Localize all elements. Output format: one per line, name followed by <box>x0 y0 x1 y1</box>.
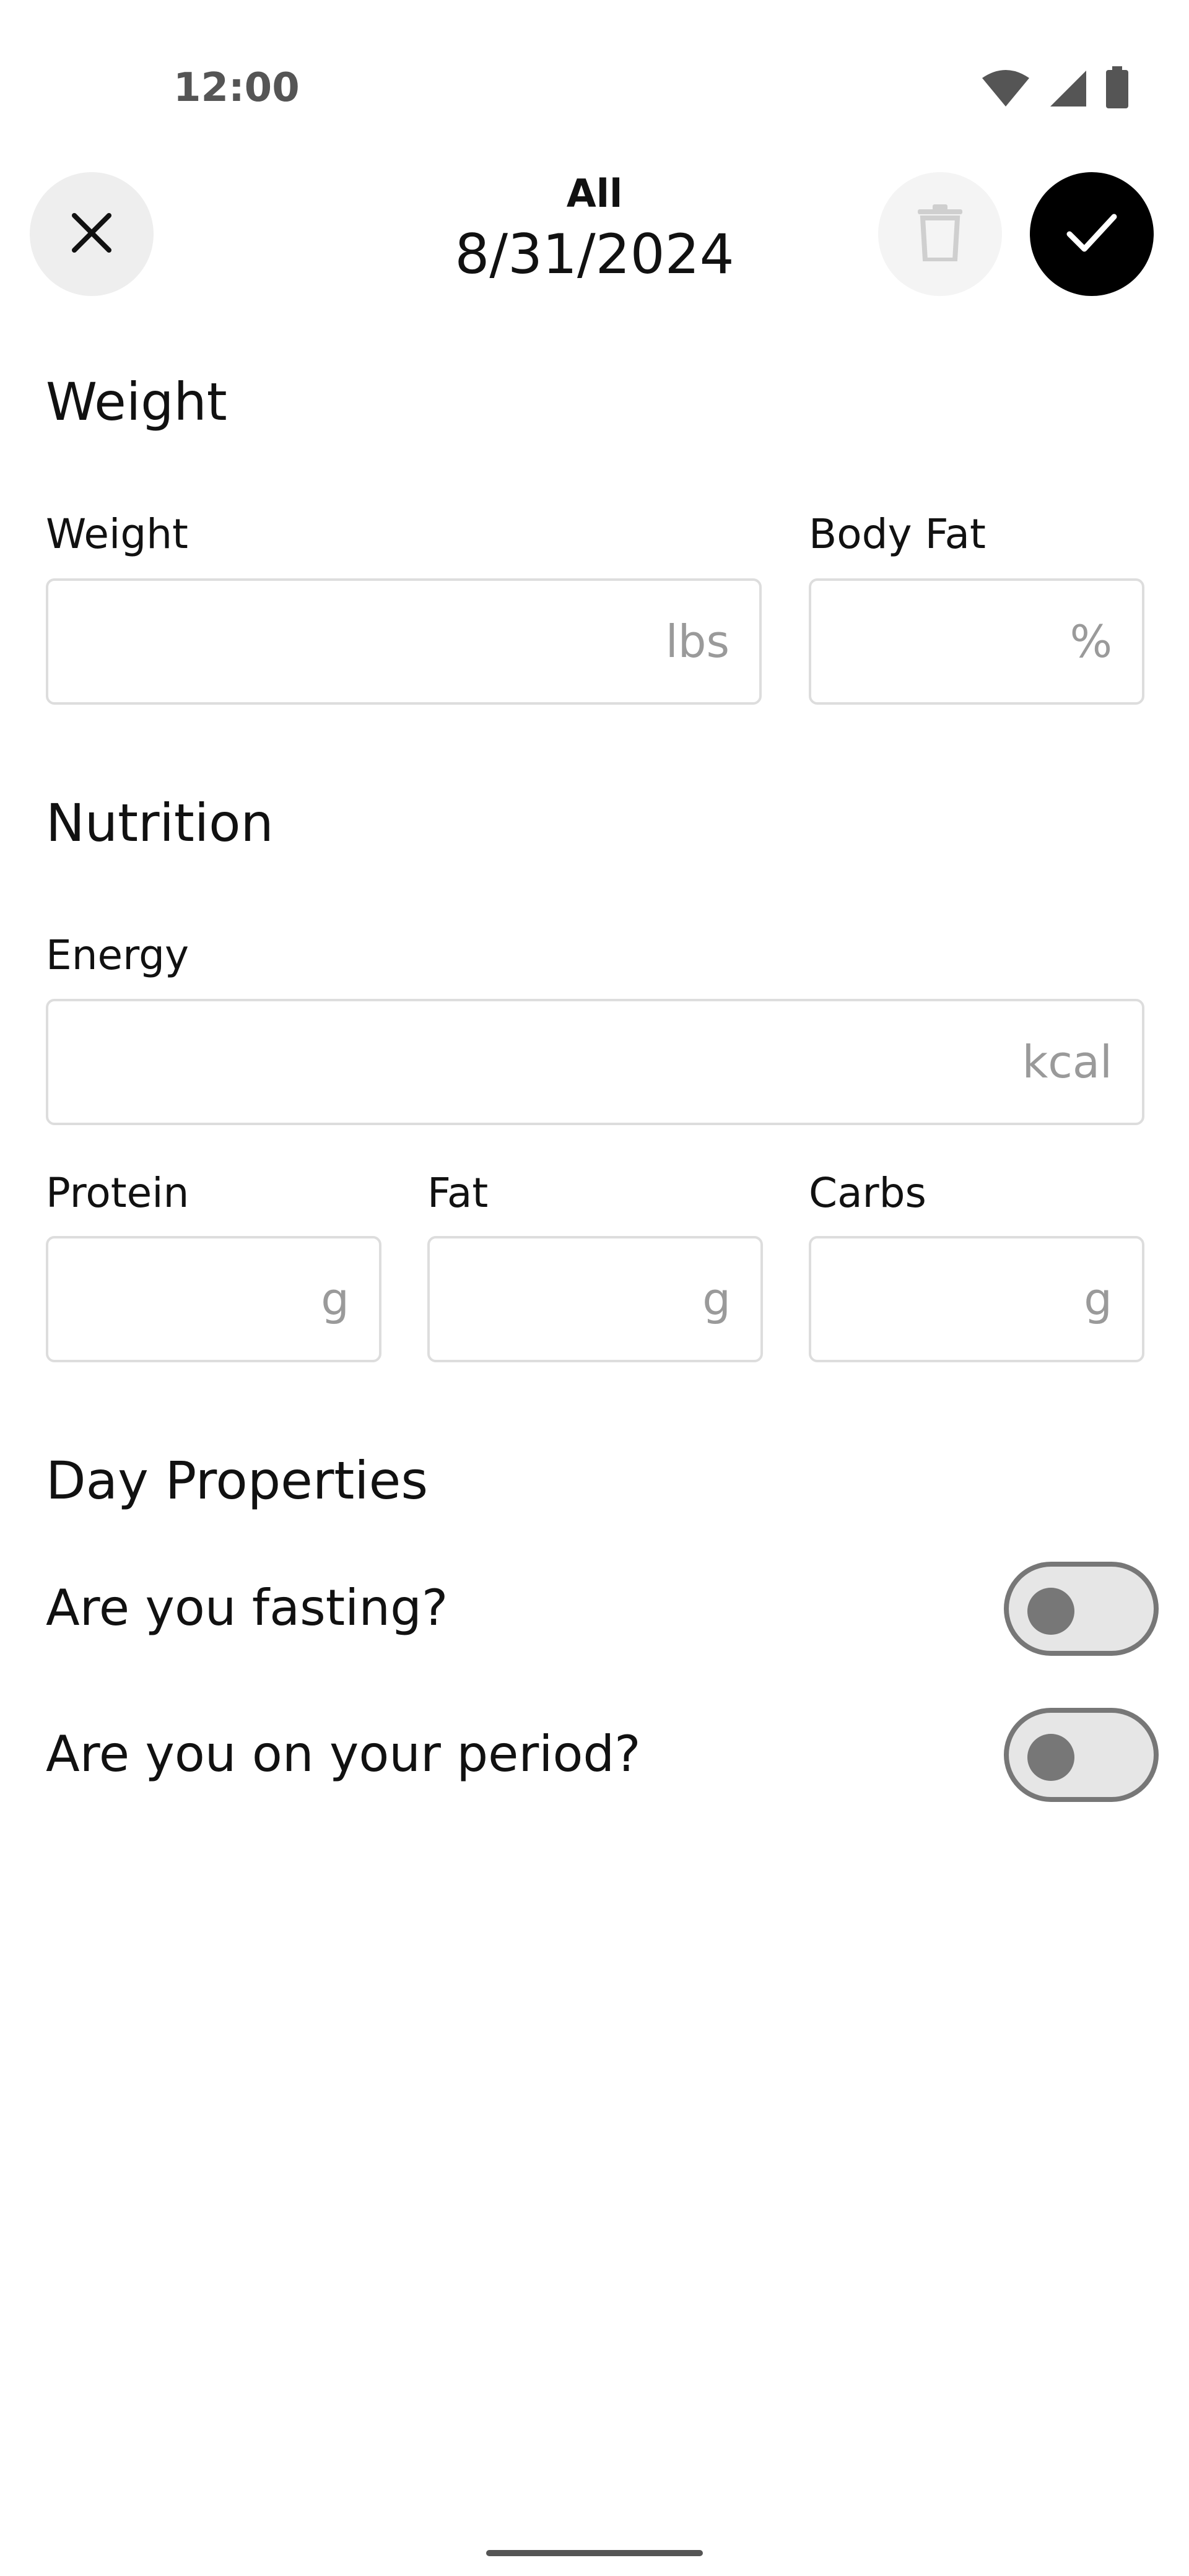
nutrition-section-title: Nutrition <box>46 793 274 853</box>
body-fat-input[interactable] <box>811 581 1043 702</box>
signal-icon <box>1048 68 1087 110</box>
weight-section-title: Weight <box>46 372 227 432</box>
close-icon <box>69 211 114 258</box>
period-toggle-knob <box>1027 1734 1074 1781</box>
header-date[interactable]: 8/31/2024 <box>347 220 842 289</box>
fasting-toggle-knob <box>1027 1588 1074 1635</box>
status-time: 12:00 <box>173 65 300 111</box>
weight-field[interactable]: lbs <box>46 578 762 705</box>
save-button[interactable] <box>1030 172 1154 296</box>
body-fat-field[interactable]: % <box>809 578 1144 705</box>
battery-icon <box>1105 66 1130 112</box>
protein-label: Protein <box>46 1169 189 1217</box>
close-button[interactable] <box>30 172 154 296</box>
day-properties-title: Day Properties <box>46 1450 429 1511</box>
home-indicator[interactable] <box>486 2550 703 2556</box>
fat-input[interactable] <box>430 1238 661 1360</box>
carbs-label: Carbs <box>809 1169 926 1217</box>
protein-field[interactable]: g <box>46 1236 381 1362</box>
fat-unit: g <box>702 1273 731 1325</box>
fasting-toggle[interactable] <box>1004 1562 1159 1656</box>
energy-label: Energy <box>46 931 189 979</box>
carbs-unit: g <box>1084 1273 1112 1325</box>
trash-icon <box>915 204 965 264</box>
carbs-input[interactable] <box>811 1238 1043 1360</box>
fasting-label: Are you fasting? <box>46 1579 448 1637</box>
fat-label: Fat <box>427 1169 489 1217</box>
weight-input[interactable] <box>48 581 546 702</box>
period-toggle[interactable] <box>1004 1708 1159 1802</box>
status-icons <box>981 66 1130 112</box>
body-fat-unit: % <box>1069 616 1112 668</box>
energy-field[interactable]: kcal <box>46 999 1144 1125</box>
weight-label: Weight <box>46 510 188 558</box>
protein-input[interactable] <box>48 1238 280 1360</box>
carbs-field[interactable]: g <box>809 1236 1144 1362</box>
delete-button[interactable] <box>878 172 1002 296</box>
wifi-icon <box>981 68 1030 110</box>
energy-unit: kcal <box>1022 1036 1112 1088</box>
weight-unit: lbs <box>665 616 730 668</box>
body-fat-label: Body Fat <box>809 510 986 558</box>
check-icon <box>1066 213 1118 255</box>
fat-field[interactable]: g <box>427 1236 763 1362</box>
period-label: Are you on your period? <box>46 1725 641 1783</box>
energy-input[interactable] <box>48 1001 814 1123</box>
protein-unit: g <box>321 1273 349 1325</box>
header-title: All <box>566 171 623 216</box>
